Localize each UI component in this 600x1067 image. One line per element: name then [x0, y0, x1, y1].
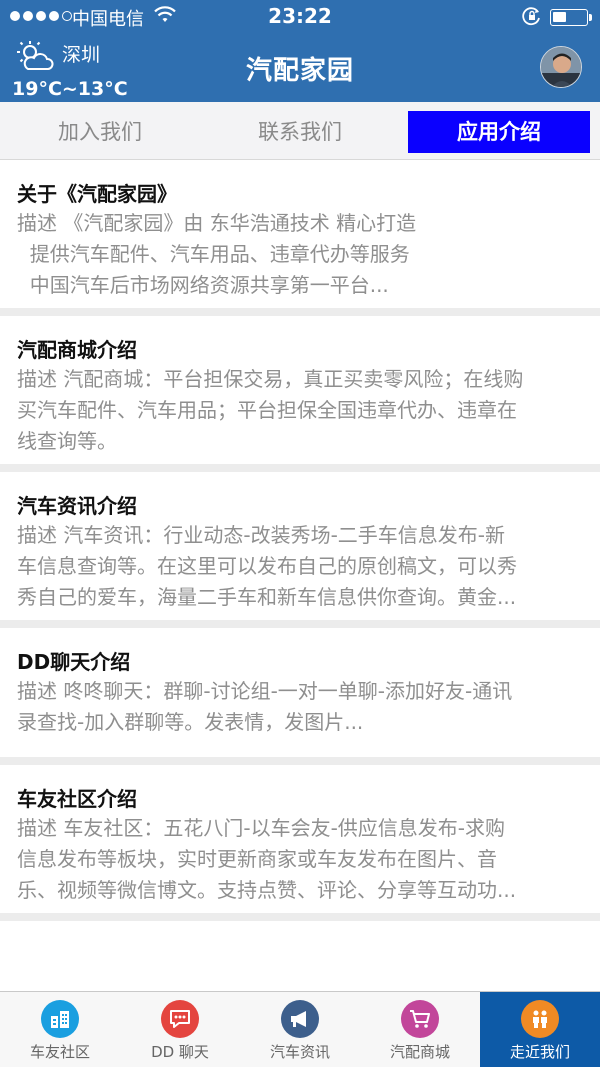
- list-item[interactable]: 汽配商城介绍 描述 汽配商城：平台担保交易，真正买卖零风险；在线购 买汽车配件、…: [0, 316, 600, 464]
- buildings-icon: [41, 1000, 79, 1038]
- page-title: 汽配家园: [245, 56, 354, 86]
- avatar[interactable]: [540, 46, 582, 88]
- nav-item-parts-mall[interactable]: 汽配商城: [360, 992, 480, 1067]
- item-description: 描述 《汽配家园》由 东华浩通技术 精心打造 提供汽车配件、汽车用品、违章代办等…: [17, 211, 417, 297]
- status-bar: 中国电信 23:22: [0, 0, 600, 34]
- nav-item-about-us[interactable]: 走近我们: [480, 992, 600, 1067]
- divider: [0, 757, 600, 765]
- megaphone-icon: [281, 1000, 319, 1038]
- item-title: 关于《汽配家园》: [17, 182, 177, 206]
- tab-app-intro[interactable]: 应用介绍: [408, 111, 590, 153]
- nav-label: 汽车资讯: [269, 1043, 330, 1061]
- divider: [0, 620, 600, 628]
- list-item[interactable]: DD聊天介绍 描述 咚咚聊天：群聊-讨论组-一对一单聊-添加好友-通讯 录查找-…: [0, 628, 600, 757]
- chat-icon: [161, 1000, 199, 1038]
- nav-item-car-news[interactable]: 汽车资讯: [240, 992, 360, 1067]
- item-title: DD聊天介绍: [17, 650, 131, 674]
- nav-item-dd-chat[interactable]: DD 聊天: [120, 992, 240, 1067]
- item-title: 汽配商城介绍: [17, 338, 137, 362]
- list-item[interactable]: 车友社区介绍 描述 车友社区：五花八门-以车会友-供应信息发布-求购 信息发布等…: [0, 765, 600, 913]
- divider: [0, 308, 600, 316]
- cart-icon: [401, 1000, 439, 1038]
- nav-label: DD 聊天: [151, 1043, 209, 1061]
- status-time: 23:22: [268, 4, 332, 28]
- segmented-tabs: 加入我们 联系我们 应用介绍: [0, 102, 600, 160]
- list-item[interactable]: 关于《汽配家园》 描述 《汽配家园》由 东华浩通技术 精心打造 提供汽车配件、汽…: [0, 160, 600, 308]
- nav-label: 汽配商城: [389, 1043, 450, 1061]
- item-description: 描述 汽配商城：平台担保交易，真正买卖零风险；在线购 买汽车配件、汽车用品；平台…: [17, 367, 524, 453]
- intro-list: 关于《汽配家园》 描述 《汽配家园》由 东华浩通技术 精心打造 提供汽车配件、汽…: [0, 160, 600, 921]
- tab-contact-us[interactable]: 联系我们: [200, 111, 400, 153]
- nav-label: 车友社区: [29, 1043, 90, 1061]
- item-description: 描述 咚咚聊天：群聊-讨论组-一对一单聊-添加好友-通讯 录查找-加入群聊等。发…: [17, 679, 513, 734]
- list-item[interactable]: 汽车资讯介绍 描述 汽车资讯：行业动态-改装秀场-二手车信息发布-新 车信息查询…: [0, 472, 600, 620]
- divider: [0, 913, 600, 921]
- bottom-tab-bar: 车友社区 DD 聊天 汽车资讯 汽配商城 走近我们: [0, 991, 600, 1067]
- battery-icon: [550, 9, 592, 26]
- item-description: 描述 汽车资讯：行业动态-改装秀场-二手车信息发布-新 车信息查询等。在这里可以…: [17, 523, 517, 609]
- people-icon: [521, 1000, 559, 1038]
- rotation-lock-icon: [522, 6, 542, 30]
- item-description: 描述 车友社区：五花八门-以车会友-供应信息发布-求购 信息发布等板块，实时更新…: [17, 816, 517, 902]
- item-title: 汽车资讯介绍: [17, 494, 137, 518]
- app-header: 中国电信 23:22 深圳 19°C~13°C 汽配家园: [0, 0, 600, 102]
- nav-item-car-community[interactable]: 车友社区: [0, 992, 120, 1067]
- tab-join-us[interactable]: 加入我们: [0, 111, 200, 153]
- nav-label: 走近我们: [509, 1043, 570, 1061]
- item-title: 车友社区介绍: [17, 787, 137, 811]
- divider: [0, 464, 600, 472]
